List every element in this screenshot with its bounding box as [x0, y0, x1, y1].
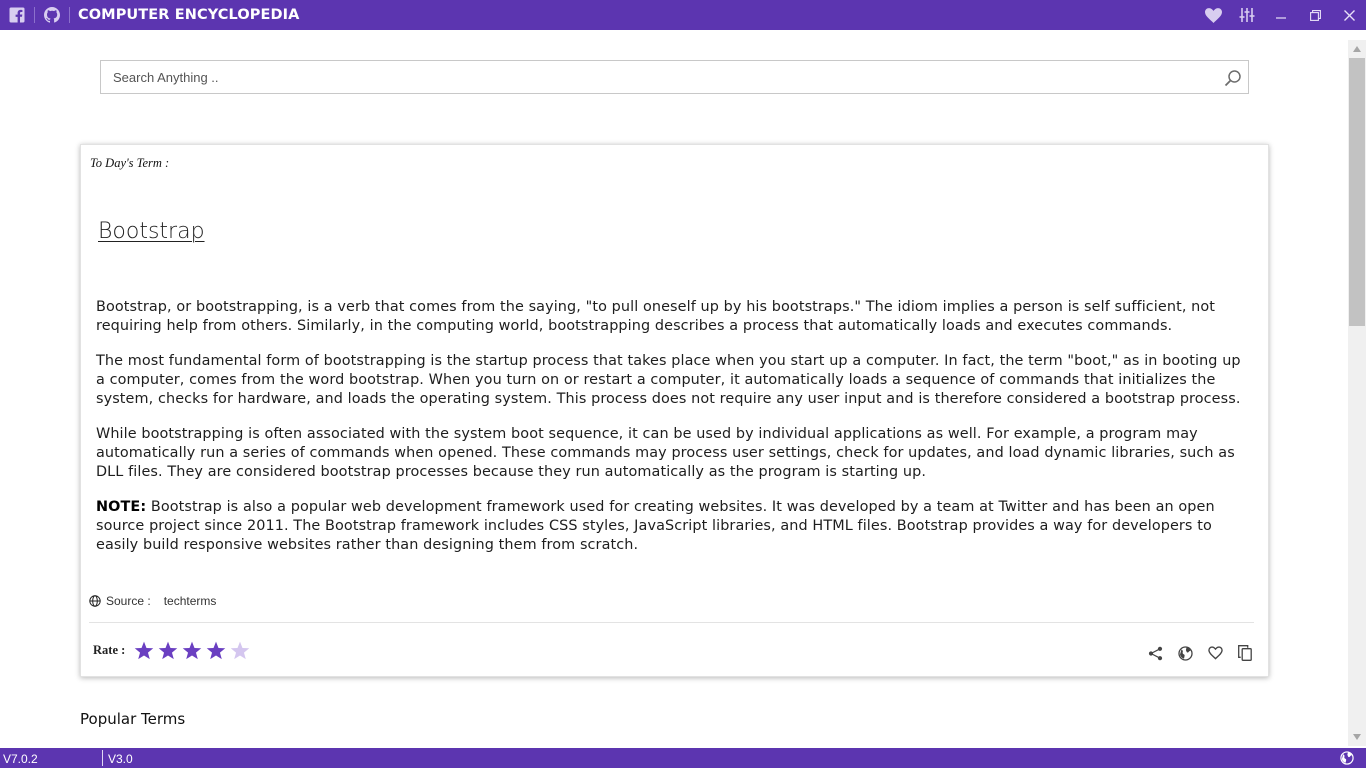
rating-row: Rate : [93, 638, 252, 662]
status-bar: V7.0.2 V3.0 [0, 748, 1366, 768]
data-version: V3.0 [108, 752, 133, 766]
star-filled-icon[interactable] [204, 638, 228, 662]
star-filled-icon[interactable] [132, 638, 156, 662]
scroll-thumb[interactable] [1349, 58, 1365, 326]
term-definition: Bootstrap, or bootstrapping, is a verb t… [96, 298, 1254, 571]
status-separator [102, 750, 103, 766]
source-value[interactable]: techterms [164, 594, 217, 608]
title-bar: COMPUTER ENCYCLOPEDIA [0, 0, 1366, 30]
term-title[interactable]: Bootstrap [98, 219, 205, 244]
restore-icon[interactable] [1298, 0, 1332, 30]
star-empty-icon[interactable] [228, 638, 252, 662]
vertical-scrollbar[interactable] [1348, 40, 1366, 746]
source-row: Source : techterms [89, 594, 216, 608]
search-icon[interactable] [1220, 65, 1246, 91]
star-filled-icon[interactable] [180, 638, 204, 662]
minimize-icon[interactable] [1264, 0, 1298, 30]
definition-paragraph: The most fundamental form of bootstrappi… [96, 353, 1241, 407]
star-filled-icon[interactable] [156, 638, 180, 662]
note-text: Bootstrap is also a popular web developm… [96, 499, 1215, 553]
close-icon[interactable] [1332, 0, 1366, 30]
definition-paragraph: Bootstrap, or bootstrapping, is a verb t… [96, 299, 1216, 334]
star-rating[interactable] [132, 638, 252, 662]
todays-term-card: To Day's Term : Bootstrap Bootstrap, or … [80, 144, 1269, 677]
rate-label: Rate : [93, 642, 126, 657]
source-label: Source : [106, 594, 151, 608]
search-box [100, 60, 1249, 94]
equalizer-icon[interactable] [1230, 0, 1264, 30]
heart-outline-icon[interactable] [1200, 641, 1230, 665]
note-label: NOTE: [96, 499, 147, 515]
facebook-icon[interactable] [0, 0, 34, 30]
card-actions [1140, 641, 1260, 665]
divider [89, 622, 1254, 623]
globe-icon[interactable] [1170, 641, 1200, 665]
heart-icon[interactable] [1196, 0, 1230, 30]
globe-icon[interactable] [1340, 751, 1354, 765]
scroll-up-icon[interactable] [1348, 40, 1366, 58]
share-icon[interactable] [1140, 641, 1170, 665]
popular-terms-heading: Popular Terms [80, 710, 186, 728]
term-label: To Day's Term : [90, 156, 170, 170]
app-title: COMPUTER ENCYCLOPEDIA [78, 7, 300, 23]
definition-paragraph: While bootstrapping is often associated … [96, 426, 1235, 480]
scroll-down-icon[interactable] [1348, 728, 1366, 746]
globe-icon [89, 595, 101, 607]
search-input[interactable] [101, 61, 1201, 93]
note-paragraph: NOTE: Bootstrap is also a popular web de… [96, 498, 1254, 555]
copy-icon[interactable] [1230, 641, 1260, 665]
github-icon[interactable] [35, 0, 69, 30]
app-version: V7.0.2 [3, 752, 38, 766]
